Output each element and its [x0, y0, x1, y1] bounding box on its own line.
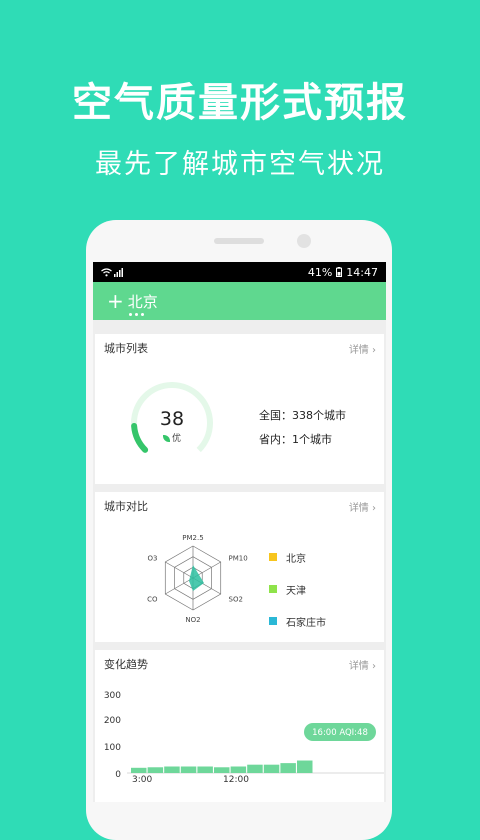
legend-item: 天津 [269, 573, 326, 605]
legend-label: 北京 [286, 553, 306, 565]
trend-more-link[interactable]: 详情 › [349, 657, 376, 672]
radar-chart: PM2.5 PM10 SO2 NO2 CO O3 [147, 534, 248, 624]
leaf-icon [162, 435, 170, 442]
trend-bar[interactable] [280, 763, 296, 773]
card-header: 城市对比 详情 › [95, 492, 384, 520]
legend-label: 天津 [286, 585, 306, 597]
page-indicator [129, 313, 144, 316]
aqi-grade-row: 优 [129, 431, 215, 444]
trend-bar[interactable] [247, 764, 263, 773]
trend-bar[interactable] [263, 764, 280, 773]
radar-axis-label: PM2.5 [182, 534, 203, 542]
trend-tooltip: 16:00 AQI:48 [312, 728, 368, 738]
city-stats: 全国：338个城市 省内：1个城市 [259, 404, 346, 452]
y-tick-label: 0 [115, 770, 121, 780]
y-tick-label: 100 [104, 743, 121, 753]
radar-axis-label: O3 [148, 555, 158, 563]
compare-more-link[interactable]: 详情 › [349, 499, 376, 514]
compare-card: 城市对比 详情 › PM2.5 PM10 SO2 NO2 CO O3 北京 天津 石家庄市 [95, 492, 384, 642]
aqi-grade: 优 [171, 434, 181, 444]
trend-chart: 300 200 100 0 16:00 AQI:48 3:00 12:00 [104, 691, 384, 785]
national-count: 全国：338个城市 [259, 409, 346, 422]
phone-camera [297, 234, 311, 248]
radar-series-shape [189, 565, 204, 591]
legend-item: 石家庄市 [269, 605, 326, 637]
province-count: 省内：1个城市 [259, 433, 332, 446]
radar-axis-label: CO [147, 596, 158, 604]
radar-axis-label: SO2 [229, 596, 243, 604]
status-time: 14:47 [346, 265, 378, 279]
legend-swatch [269, 585, 277, 593]
trend-title: 变化趋势 [104, 658, 148, 671]
battery-icon [336, 267, 343, 277]
add-city-button[interactable]: + 北京 [107, 291, 158, 312]
wifi-icon [101, 267, 112, 276]
battery-percent: 41% [307, 265, 333, 279]
legend-label: 石家庄市 [286, 617, 326, 629]
trend-bar[interactable] [230, 766, 247, 774]
city-list-card: 城市列表 详情 › 38 优 全国：338个城市 省内：1个城市 [95, 334, 384, 484]
trend-bar[interactable] [297, 760, 313, 773]
radar-axis-label: NO2 [185, 616, 200, 624]
compare-title: 城市对比 [104, 500, 148, 513]
trend-card: 变化趋势 详情 › 300 200 100 0 16:00 AQI:48 3:0… [95, 650, 384, 802]
x-tick-label: 12:00 [223, 775, 249, 785]
trend-bar[interactable] [214, 767, 230, 773]
signal-icons [101, 267, 124, 277]
status-right: 41% 14:47 [308, 266, 378, 279]
legend-swatch [269, 617, 277, 625]
trend-bar[interactable] [180, 766, 197, 774]
x-tick-label: 3:00 [132, 775, 152, 785]
phone-screen: 41% 14:47 + 北京 城市列表 详情 › 38 优 全国：338个城市 … [93, 262, 386, 802]
city-title: 北京 [127, 292, 158, 311]
legend-item: 北京 [269, 541, 326, 573]
promo-subline: 最先了解城市空气状况 [95, 149, 385, 180]
radar-axis-label: PM10 [229, 555, 248, 563]
trend-bar[interactable] [164, 766, 180, 774]
y-tick-label: 200 [104, 716, 121, 726]
city-list-more-link[interactable]: 详情 › [349, 341, 376, 356]
trend-bar[interactable] [197, 766, 213, 774]
y-tick-label: 300 [104, 691, 121, 701]
aqi-value: 38 [159, 408, 185, 430]
plus-icon: + [107, 289, 124, 313]
app-bar: + 北京 [93, 282, 386, 320]
trend-bar[interactable] [131, 767, 147, 773]
trend-bar[interactable] [147, 767, 164, 773]
card-header: 城市列表 详情 › [95, 334, 384, 362]
city-list-title: 城市列表 [104, 342, 148, 355]
legend-swatch [269, 553, 277, 561]
phone-speaker [214, 238, 264, 244]
promo-headline: 空气质量形式预报 [72, 80, 408, 126]
status-bar: 41% 14:47 [93, 262, 386, 282]
cell-signal-icon [114, 267, 123, 277]
compare-legend: 北京 天津 石家庄市 [269, 541, 326, 637]
card-header: 变化趋势 详情 › [95, 650, 384, 678]
